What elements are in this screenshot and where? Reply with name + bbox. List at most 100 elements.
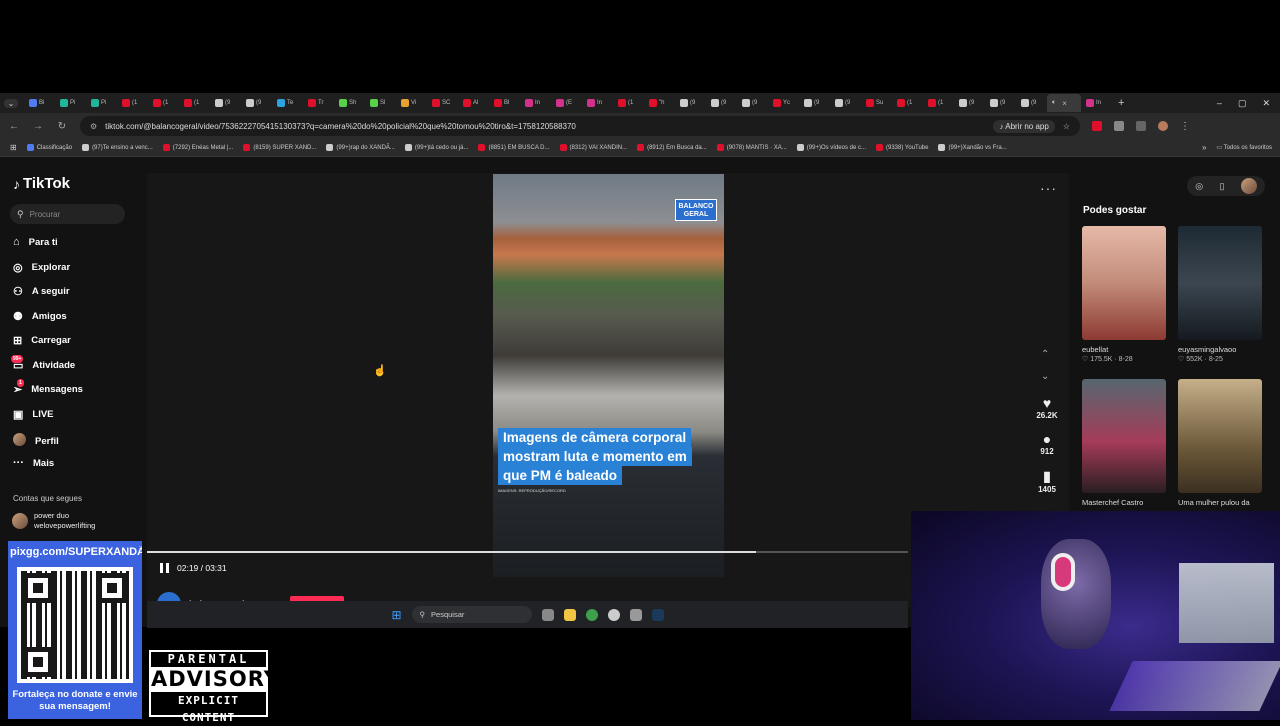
browser-tab[interactable]: Bi — [24, 94, 55, 112]
browser-tab[interactable]: In — [520, 94, 551, 112]
browser-tab[interactable]: (9 — [706, 94, 737, 112]
extensions-puzzle-icon[interactable] — [1114, 121, 1124, 131]
browser-tab[interactable]: (9 — [954, 94, 985, 112]
browser-tab[interactable]: (9 — [1016, 94, 1047, 112]
pause-icon[interactable] — [160, 563, 169, 573]
browser-tab[interactable]: Sh — [334, 94, 365, 112]
sidebar-item-mais[interactable]: ··· Mais — [13, 457, 54, 469]
browser-tab[interactable]: (1 — [892, 94, 923, 112]
bookmark-item[interactable]: (99+)Xandão vs Fra... — [938, 144, 1007, 151]
bookmark-item[interactable]: (99+)Os vídeos de c... — [796, 144, 866, 151]
forward-icon[interactable]: → — [32, 121, 44, 132]
browser-tab[interactable]: (1 — [923, 94, 954, 112]
bookmark-item[interactable]: (7292) Enéas Metal |... — [162, 144, 233, 151]
browser-tab[interactable]: (9 — [210, 94, 241, 112]
open-app-button[interactable]: ♪ Abrir no app — [993, 119, 1055, 133]
apps-grid-icon[interactable]: ⊞ — [10, 143, 17, 152]
sidebar-item-a-seguir[interactable]: ⚇ A seguir — [13, 285, 70, 298]
browser-tab[interactable]: (1 — [179, 94, 210, 112]
comment-button[interactable]: ● 912 — [1030, 431, 1064, 456]
sidebar-item-perfil[interactable]: Perfil — [13, 433, 59, 449]
profile-avatar-icon[interactable] — [1158, 121, 1168, 131]
browser-tab[interactable]: (9 — [241, 94, 272, 112]
browser-tab[interactable]: Bl — [489, 94, 520, 112]
tab-close-icon[interactable]: × — [1062, 99, 1067, 108]
bookmark-item[interactable]: (9338) YouTube — [876, 144, 928, 151]
next-video-icon[interactable]: ⌄ — [1041, 371, 1049, 382]
extension-icon[interactable] — [1092, 121, 1102, 131]
suggested-video-user[interactable]: eubellat — [1082, 345, 1108, 354]
settings-icon[interactable] — [629, 608, 642, 621]
browser-tab[interactable]: Su — [861, 94, 892, 112]
back-icon[interactable]: ← — [8, 121, 20, 132]
previous-video-icon[interactable]: ⌃ — [1041, 349, 1049, 360]
browser-tab[interactable]: (1 — [148, 94, 179, 112]
windows-start-icon[interactable]: ⊞ — [391, 608, 401, 622]
new-tab-button[interactable]: + — [1118, 97, 1124, 109]
task-view-icon[interactable] — [541, 608, 554, 621]
browser-tab[interactable]: SC — [427, 94, 458, 112]
more-options-icon[interactable]: ··· — [1040, 180, 1057, 196]
bookmark-item[interactable]: (8912) Em Busca da... — [637, 144, 707, 151]
site-info-icon[interactable]: ⚙ — [90, 122, 97, 131]
maximize-button[interactable]: ▢ — [1238, 98, 1247, 109]
browser-tab[interactable]: (9 — [830, 94, 861, 112]
browser-tab[interactable]: Tr — [303, 94, 334, 112]
extension-icon[interactable] — [1136, 121, 1146, 131]
browser-tab[interactable]: Pi — [86, 94, 117, 112]
taskbar-search-input[interactable]: ⚲ Pesquisar — [411, 606, 532, 623]
chrome-icon[interactable] — [585, 608, 598, 621]
browser-menu-icon[interactable]: ⋮ — [1180, 121, 1190, 132]
browser-tab[interactable]: In — [1081, 94, 1112, 112]
browser-tab[interactable]: Yc — [768, 94, 799, 112]
steam-icon[interactable] — [651, 608, 664, 621]
bookmark-item[interactable]: (8851) EM BUSCA D... — [478, 144, 550, 151]
browser-tab[interactable]: Sl — [365, 94, 396, 112]
address-bar[interactable]: ⚙ tiktok.com/@balancogeral/video/7536222… — [80, 116, 1080, 136]
bookmark-item[interactable]: (99+)tá cedo ou já... — [404, 144, 468, 151]
app-icon[interactable] — [607, 608, 620, 621]
profile-avatar[interactable] — [1240, 178, 1257, 194]
sidebar-item-carregar[interactable]: ⊞ Carregar — [13, 334, 71, 347]
active-tab[interactable]: 🔈︎ × — [1047, 94, 1081, 112]
star-icon[interactable]: ☆ — [1063, 122, 1070, 131]
bookmark-item[interactable]: (99+)rap do XANDÃ... — [326, 144, 395, 151]
browser-tab[interactable]: (9 — [675, 94, 706, 112]
bookmark-item[interactable]: (9078) MANTIS · XA... — [716, 144, 787, 151]
bookmarks-more[interactable]: » — [1202, 143, 1206, 152]
following-account[interactable]: power duo welovepowerlifting — [12, 511, 95, 531]
bookmark-item[interactable]: (8159) SUPER XAND... — [243, 144, 316, 151]
suggested-video-thumbnail[interactable] — [1178, 226, 1262, 340]
bookmark-item[interactable]: (8312) VAI XANDIN... — [559, 144, 627, 151]
suggested-video-user[interactable]: euyasmingalvaoo — [1178, 345, 1236, 354]
tab-search-chevron-icon[interactable]: ⌄ — [4, 98, 18, 108]
browser-tab[interactable]: Te — [272, 94, 303, 112]
suggested-video-user[interactable]: Masterchef Castro — [1082, 498, 1143, 507]
close-window-button[interactable]: ✕ — [1262, 98, 1270, 109]
browser-tab[interactable]: (9 — [737, 94, 768, 112]
browser-tab[interactable]: (9 — [985, 94, 1016, 112]
device-icon[interactable]: ▯ — [1219, 181, 1224, 192]
browser-tab[interactable]: In — [582, 94, 613, 112]
file-explorer-icon[interactable] — [563, 608, 576, 621]
search-input[interactable]: ⚲ Procurar — [10, 204, 125, 224]
browser-tab[interactable]: Vi — [396, 94, 427, 112]
browser-tab[interactable]: (1 — [613, 94, 644, 112]
bookmark-item[interactable]: (97)Te ensino a venc... — [82, 144, 153, 151]
video-player[interactable] — [493, 174, 724, 577]
sidebar-item-explorar[interactable]: ◎ Explorar — [13, 261, 70, 274]
sidebar-item-live[interactable]: ▣ LIVE — [13, 408, 54, 421]
reload-icon[interactable]: ↻ — [56, 121, 68, 132]
coins-icon[interactable]: ◎ — [1195, 181, 1203, 192]
sidebar-item-para-ti[interactable]: ⌂ Para ti — [13, 236, 58, 248]
all-bookmarks[interactable]: ▭ Todos os favoritos — [1216, 144, 1272, 151]
suggested-video-thumbnail[interactable] — [1082, 226, 1166, 340]
browser-tab[interactable]: (E — [551, 94, 582, 112]
browser-tab[interactable]: Al — [458, 94, 489, 112]
tiktok-logo[interactable]: ♪ TikTok — [13, 175, 70, 192]
browser-tab[interactable]: (9 — [799, 94, 830, 112]
sidebar-item-mensagens[interactable]: ➢ 1 Mensagens — [13, 379, 83, 396]
save-button[interactable]: ▮ 1405 — [1030, 468, 1064, 494]
sidebar-item-amigos[interactable]: ⚉ Amigos — [13, 310, 67, 323]
suggested-video-thumbnail[interactable] — [1178, 379, 1262, 493]
